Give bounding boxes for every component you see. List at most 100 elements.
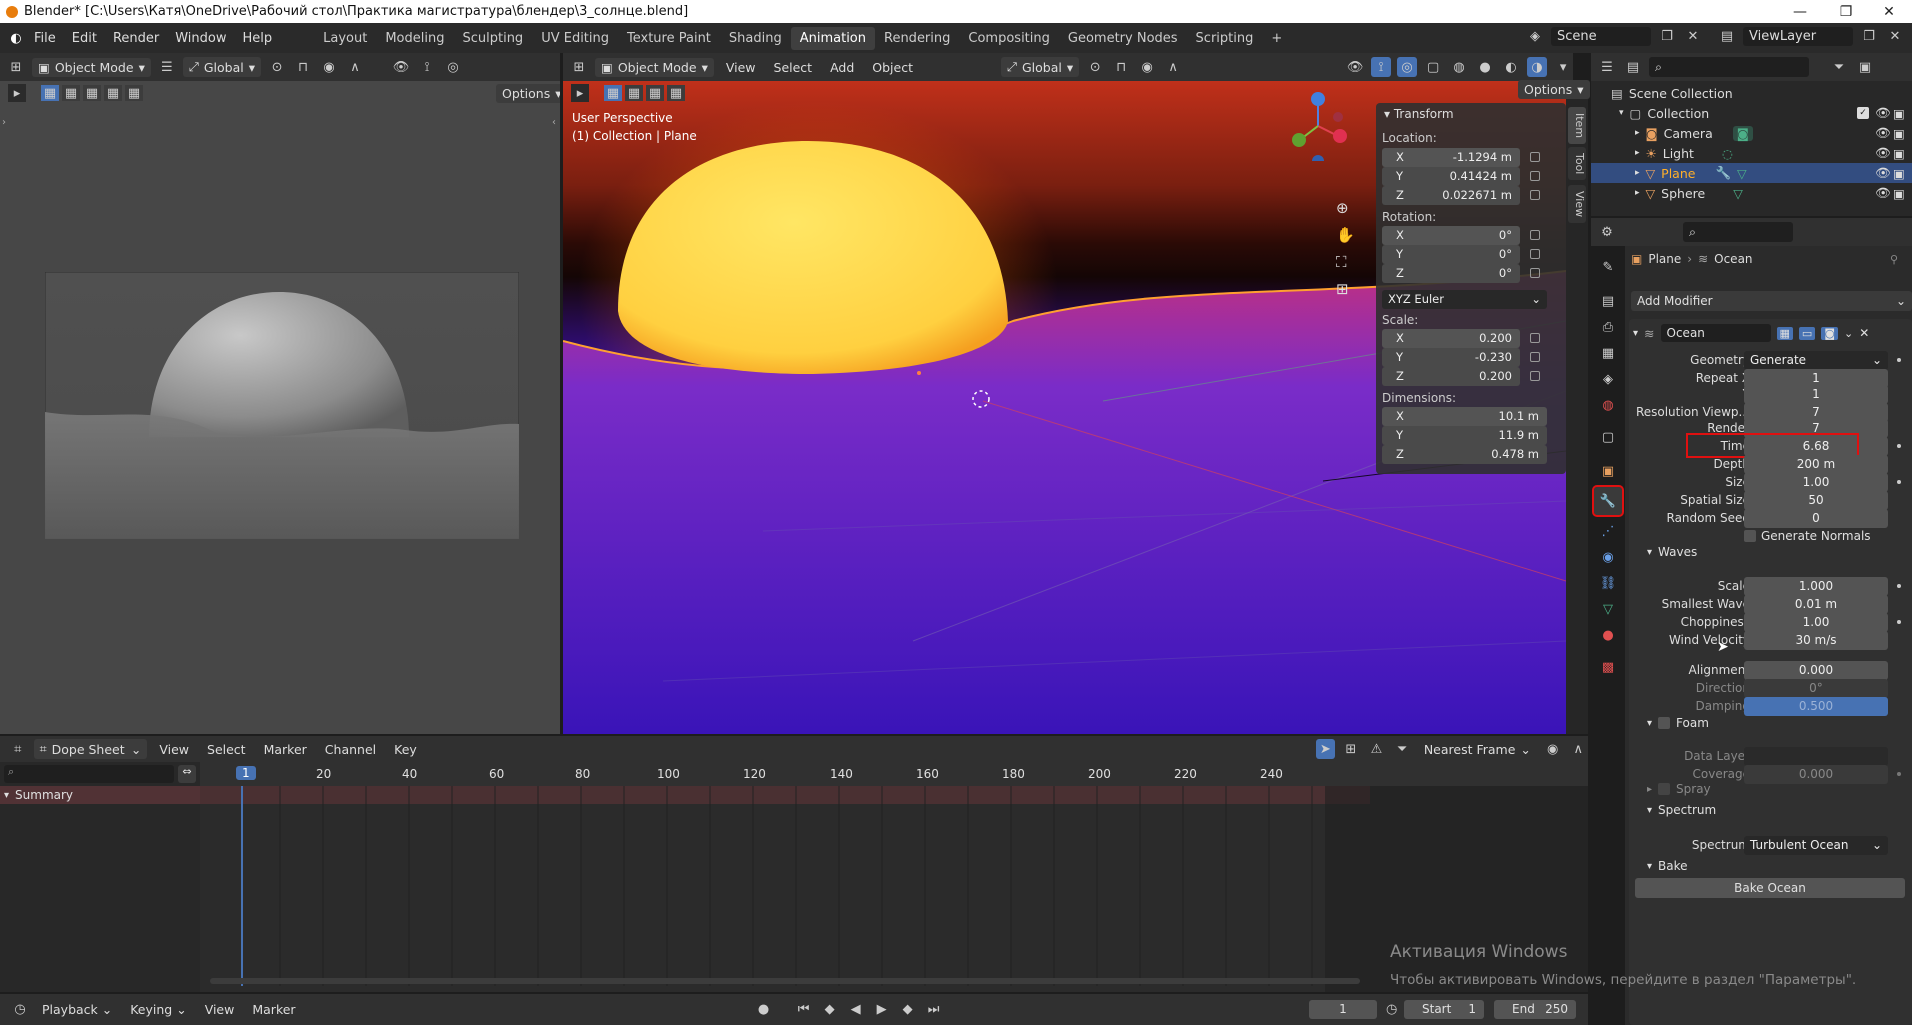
camera-render-icon[interactable]: ▣: [1893, 186, 1905, 201]
zoom-icon[interactable]: ⊕: [1336, 199, 1349, 217]
keyframe-dot-icon[interactable]: [1897, 358, 1901, 362]
modifier-tab-icon[interactable]: 🔧: [1592, 485, 1624, 517]
add-modifier-dropdown[interactable]: Add Modifier ⌄: [1631, 291, 1912, 311]
dimension-z-field[interactable]: Z 0.478 m: [1382, 445, 1547, 464]
proportional-icon[interactable]: ◉: [319, 57, 339, 77]
menu-edit[interactable]: Edit: [64, 31, 105, 46]
spectrum-dropdown[interactable]: Turbulent Ocean ⌄: [1744, 835, 1888, 855]
eye-icon[interactable]: 👁: [1875, 145, 1891, 161]
world-tab-icon[interactable]: ◍: [1597, 394, 1619, 416]
chevron-right-icon[interactable]: ▸: [1635, 168, 1640, 178]
play-reverse-icon[interactable]: ◀: [846, 1000, 866, 1020]
menu-file[interactable]: File: [26, 31, 64, 46]
blender-menu-icon[interactable]: ◐: [6, 28, 26, 48]
outliner-collection[interactable]: ▾ ▢ Collection ✓ 👁 ▣: [1591, 103, 1912, 123]
collection-tab-icon[interactable]: ▢: [1597, 426, 1619, 448]
particles-tab-icon[interactable]: ⋰: [1597, 520, 1619, 542]
falloff-icon[interactable]: ∧: [345, 57, 365, 77]
foam-checkbox[interactable]: [1658, 717, 1671, 729]
proportional-icon[interactable]: ◉: [1137, 57, 1157, 77]
generate-normals-checkbox[interactable]: [1744, 530, 1756, 542]
chevron-right-icon[interactable]: ▸: [1635, 188, 1640, 198]
scene-tab-icon[interactable]: ◈: [1597, 368, 1619, 390]
falloff-icon[interactable]: ∧: [1568, 739, 1588, 759]
proportional-icon[interactable]: ◉: [1543, 739, 1563, 759]
spectrum-section-header[interactable]: ▾ Spectrum: [1647, 803, 1716, 817]
next-keyframe-icon[interactable]: ◆: [898, 1000, 918, 1020]
outliner-scene-collection[interactable]: ▤ Scene Collection: [1591, 83, 1861, 103]
chevron-down-icon[interactable]: ⌄: [1844, 327, 1853, 340]
falloff-icon[interactable]: ∧: [1163, 57, 1183, 77]
main-menu-select[interactable]: Select: [768, 60, 819, 75]
workspace-tab[interactable]: Rendering: [875, 27, 959, 50]
filter-icon[interactable]: ⏷: [1829, 57, 1849, 77]
scale-y-field[interactable]: Y -0.230: [1382, 348, 1520, 367]
keyframe-dot-icon[interactable]: [1897, 444, 1901, 448]
errors-icon[interactable]: ⚠: [1367, 739, 1387, 759]
select-invert-icon[interactable]: ▦: [104, 85, 122, 101]
eye-icon[interactable]: 👁: [1875, 125, 1891, 141]
rotation-x-field[interactable]: X 0°: [1382, 226, 1520, 245]
main-menu-object[interactable]: Object: [866, 60, 919, 75]
workspace-tab[interactable]: Shading: [720, 27, 791, 50]
rotation-y-field[interactable]: Y 0°: [1382, 245, 1520, 264]
main-viewport[interactable]: ▸ ▦ ▦ ▦ ▦ User Perspective (1) Collectio…: [563, 81, 1566, 734]
rotation-z-field[interactable]: Z 0°: [1382, 264, 1520, 283]
editor-type-icon[interactable]: ⊞: [569, 57, 589, 77]
summary-channel[interactable]: ▾ Summary: [0, 786, 200, 804]
damping-field[interactable]: 0.500: [1744, 696, 1888, 716]
scale-x-field[interactable]: X 0.200: [1382, 329, 1520, 348]
bake-ocean-button[interactable]: Bake Ocean: [1635, 878, 1905, 898]
camera-render-icon[interactable]: ▣: [1893, 146, 1905, 161]
data-tab-icon[interactable]: ▽: [1597, 598, 1619, 620]
chevron-right-icon[interactable]: ▸: [1635, 128, 1640, 138]
scene-selector[interactable]: Scene: [1551, 26, 1651, 46]
select-intersect-icon[interactable]: ▦: [125, 85, 143, 101]
select-extend-icon[interactable]: ▦: [625, 85, 643, 101]
new-scene-icon[interactable]: ❐: [1657, 26, 1677, 46]
jump-end-icon[interactable]: ⏭: [924, 1000, 944, 1020]
lock-icon[interactable]: [1530, 352, 1540, 362]
foam-section-header[interactable]: ▾ Foam: [1647, 716, 1709, 730]
keyframe-dot-icon[interactable]: [1897, 584, 1901, 588]
camera-render-icon[interactable]: ▣: [1893, 126, 1905, 141]
pan-hand-icon[interactable]: ✋: [1336, 226, 1355, 244]
rotation-mode-dropdown[interactable]: XYZ Euler ⌄: [1382, 290, 1547, 309]
lock-icon[interactable]: [1530, 371, 1540, 381]
display-mode-icon[interactable]: ▤: [1623, 57, 1643, 77]
gizmo-icon[interactable]: ⟟: [1371, 57, 1392, 77]
editor-type-icon[interactable]: ☰: [1597, 57, 1617, 77]
record-icon[interactable]: ●: [754, 1000, 774, 1020]
main-menu-view[interactable]: View: [720, 60, 762, 75]
outliner-item-plane[interactable]: ▸ ▽ Plane 🔧 ▽ 👁 ▣: [1591, 163, 1912, 183]
ortho-grid-icon[interactable]: ⊞: [1336, 280, 1349, 298]
modifier-header[interactable]: ▾ ≋ Ocean ▦ ▭ ◙ ⌄ ✕: [1633, 322, 1911, 344]
main-options-button[interactable]: Options ▾: [1518, 80, 1590, 99]
select-box-mode-icon[interactable]: ▦: [604, 85, 622, 101]
menu-window[interactable]: Window: [167, 31, 234, 46]
select-tool-icon[interactable]: ▸: [571, 84, 589, 102]
current-frame-field[interactable]: 1: [1309, 1000, 1377, 1019]
chevron-down-icon[interactable]: ▾: [1619, 108, 1624, 118]
timeline-menu-view[interactable]: View: [199, 1002, 241, 1017]
lock-icon[interactable]: [1530, 268, 1540, 278]
minimize-button[interactable]: —: [1777, 0, 1823, 23]
delete-scene-icon[interactable]: ✕: [1683, 26, 1703, 46]
dopesheet-menu-marker[interactable]: Marker: [258, 742, 313, 757]
workspace-tab[interactable]: Compositing: [959, 27, 1059, 50]
lock-icon[interactable]: [1530, 249, 1540, 259]
timeline-menu-keying[interactable]: Keying ⌄: [124, 1002, 192, 1017]
dopesheet-mode-dropdown[interactable]: ⌗ Dope Sheet ⌄: [33, 739, 148, 759]
left-options-button[interactable]: Options ▾: [496, 84, 560, 103]
render-toggle-icon[interactable]: ◙: [1821, 326, 1839, 340]
eye-icon[interactable]: 👁: [1875, 185, 1891, 201]
outliner-item-sphere[interactable]: ▸ ▽ Sphere ▽ 👁 ▣: [1591, 183, 1912, 203]
keyframe-dot-icon[interactable]: [1897, 772, 1901, 776]
main-orientation-dropdown[interactable]: ⤢ Global ▾: [1000, 57, 1080, 77]
dimension-y-field[interactable]: Y 11.9 m: [1382, 426, 1547, 445]
xray-icon[interactable]: ▢: [1423, 57, 1443, 77]
edit-mode-toggle-icon[interactable]: ▦: [1776, 326, 1793, 340]
navigation-gizmo[interactable]: [1283, 91, 1353, 161]
checkbox-icon[interactable]: ✓: [1857, 107, 1869, 119]
view-layer-tab-icon[interactable]: ▦: [1597, 342, 1619, 364]
